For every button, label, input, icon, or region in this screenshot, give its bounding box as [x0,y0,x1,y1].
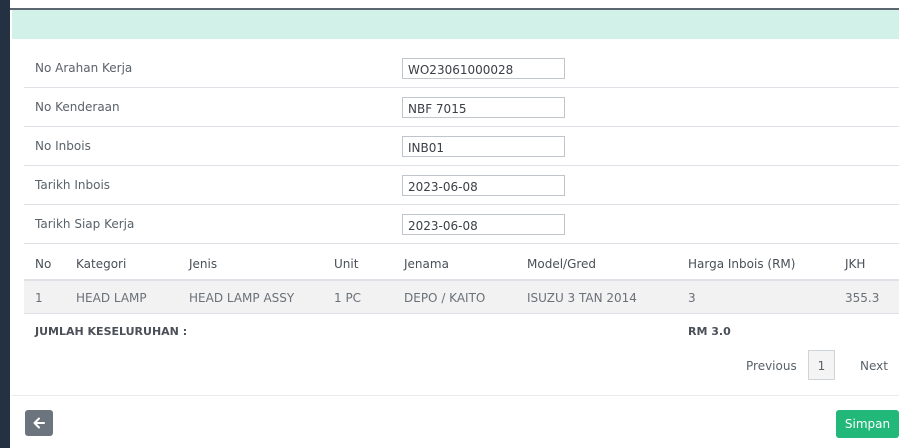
invoice-no-field[interactable] [402,136,565,157]
work-order-field[interactable] [402,58,565,79]
header-no: No [35,257,52,271]
grand-total-label: JUMLAH KESELURUHAN : [35,325,188,338]
completion-date-label: Tarikh Siap Kerja [35,217,135,231]
cell-jkh: 355.3 [845,291,880,305]
table-row: 1 HEAD LAMP HEAD LAMP ASSY 1 PC DEPO / K… [24,281,899,314]
header-jkh: JKH [845,257,866,271]
cell-type: HEAD LAMP ASSY [189,291,295,305]
back-button[interactable] [25,410,53,436]
footer-divider [12,395,899,396]
vehicle-label: No Kenderaan [35,100,120,114]
pagination-previous[interactable]: Previous [746,359,797,373]
invoice-no-label: No Inbois [35,139,91,153]
cell-unit: 1 PC [334,291,362,305]
card-header-band [12,10,899,39]
save-button[interactable]: Simpan [836,410,899,438]
sidebar-edge [0,0,10,448]
header-type: Jenis [189,257,218,271]
form-row-completion-date: Tarikh Siap Kerja [24,205,899,244]
vehicle-field[interactable] [402,97,565,118]
table-header: No Kategori Jenis Unit Jenama Model/Gred… [24,245,899,281]
form-row-invoice-no: No Inbois [24,127,899,166]
form-row-invoice-date: Tarikh Inbois [24,166,899,205]
invoice-form-page: No Arahan Kerja No Kenderaan No Inbois T… [0,0,899,448]
header-invoice-price: Harga Inbois (RM) [688,257,796,271]
header-brand: Jenama [404,257,449,271]
grand-total-value: RM 3.0 [688,325,731,338]
header-category: Kategori [76,257,127,271]
pagination-page-1[interactable]: 1 [808,350,835,380]
cell-brand: DEPO / KAITO [404,291,486,305]
cell-model: ISUZU 3 TAN 2014 [527,291,637,305]
work-order-label: No Arahan Kerja [35,61,133,75]
completion-date-field[interactable] [402,214,565,235]
pagination-next[interactable]: Next [860,359,888,373]
header-model: Model/Gred [527,257,597,271]
invoice-date-field[interactable] [402,175,565,196]
items-table: No Kategori Jenis Unit Jenama Model/Gred… [24,245,899,314]
invoice-details-form: No Arahan Kerja No Kenderaan No Inbois T… [24,49,899,244]
invoice-date-label: Tarikh Inbois [35,178,111,192]
form-row-work-order: No Arahan Kerja [24,49,899,88]
header-unit: Unit [334,257,359,271]
cell-no: 1 [35,291,43,305]
cell-category: HEAD LAMP [76,291,147,305]
arrow-left-icon [33,417,45,429]
form-row-vehicle: No Kenderaan [24,88,899,127]
cell-invoice-price: 3 [688,291,696,305]
